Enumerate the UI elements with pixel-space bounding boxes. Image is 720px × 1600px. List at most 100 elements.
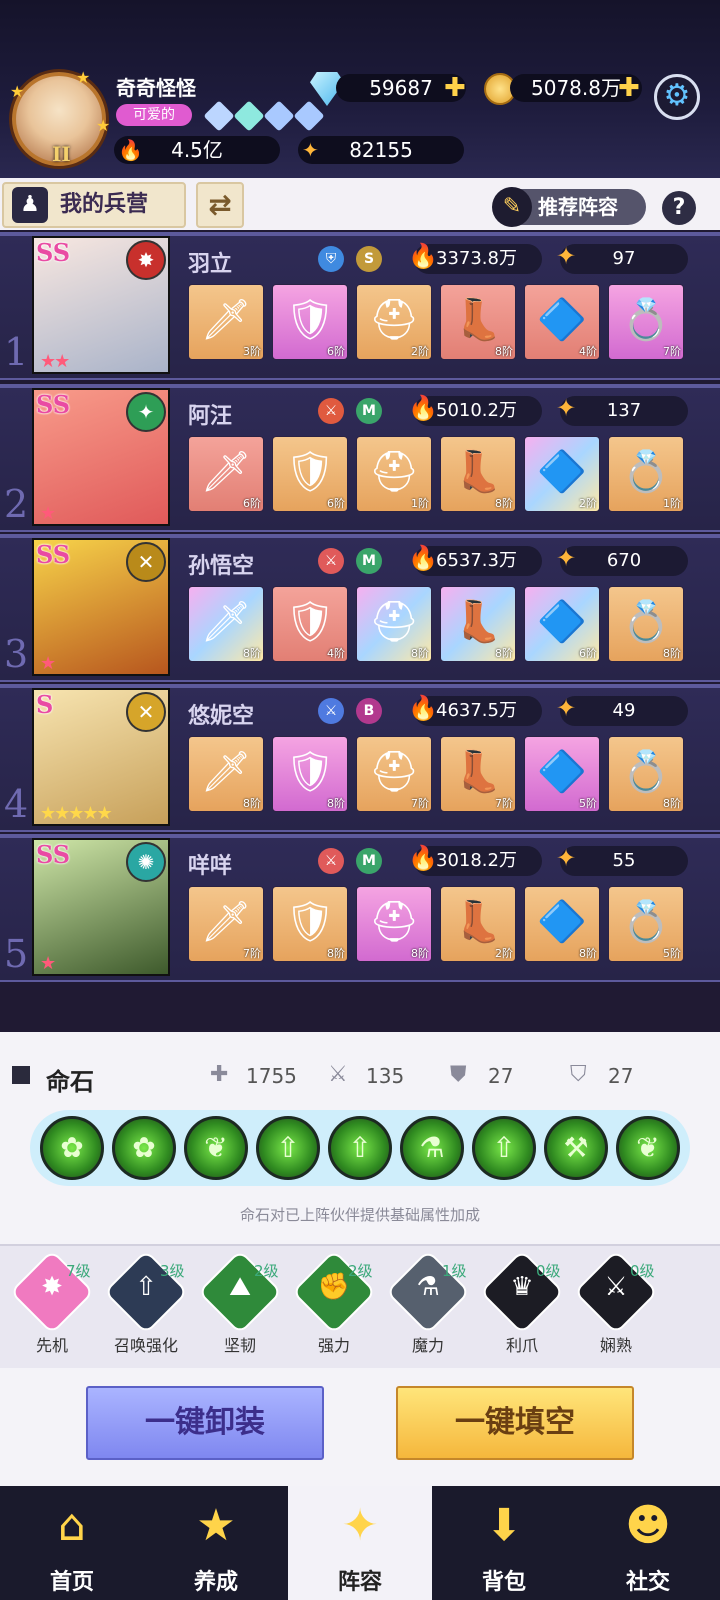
grade-badge: B <box>356 698 382 724</box>
equipment-slot[interactable]: 🔷 5阶 <box>524 736 600 812</box>
help-button[interactable]: ? <box>662 191 696 225</box>
equipment-slot[interactable]: 🔷 4阶 <box>524 284 600 360</box>
fate-slot[interactable]: ✿ <box>40 1116 104 1180</box>
recommend-label: 推荐阵容 <box>538 195 618 219</box>
fate-slot[interactable]: ✿ <box>112 1116 176 1180</box>
hero-row[interactable]: 5 SS ✺ ★ 咩咩 ⚔ M 3018.2万 🔥 55 ✦ 🗡 7阶 🛡 8阶… <box>0 834 720 982</box>
skill-name: 强力 <box>317 1336 350 1355</box>
element-icon: ✦ <box>126 392 166 432</box>
equipment-slot[interactable]: 🛡 4阶 <box>272 586 348 662</box>
equipment-slot[interactable]: 🔷 8阶 <box>524 886 600 962</box>
fate-slot[interactable]: ⚗ <box>400 1116 464 1180</box>
equipment-slot[interactable]: 👢 8阶 <box>440 586 516 662</box>
equipment-tier: 8阶 <box>495 497 513 510</box>
fire-icon: 🔥 <box>118 138 143 162</box>
equipment-slot[interactable]: 🛡 6阶 <box>272 284 348 360</box>
magic-defense-icon: ⛉ <box>570 1062 587 1087</box>
fate-slot[interactable]: ❦ <box>184 1116 248 1180</box>
nav-home[interactable]: ⌂ 首页 <box>0 1486 144 1600</box>
equipment-slot[interactable]: ⛑ 1阶 <box>356 436 432 512</box>
hero-row[interactable]: 3 SS ✕ ★ 孙悟空 ⚔ M 6537.3万 🔥 670 ✦ 🗡 8阶 🛡 … <box>0 534 720 682</box>
fate-stone-title: 命石 <box>46 1068 94 1096</box>
auto-fill-button[interactable]: 一键填空 <box>396 1386 634 1460</box>
skill-name: 先机 <box>35 1336 68 1355</box>
equipment-slot[interactable]: 🛡 8阶 <box>272 736 348 812</box>
equipment-slot[interactable]: 🛡 8阶 <box>272 886 348 962</box>
equipment-slot[interactable]: 👢 2阶 <box>440 886 516 962</box>
skill-level: 7级 <box>66 1262 91 1280</box>
skill-level: 2级 <box>254 1262 279 1280</box>
unequip-all-button[interactable]: 一键卸装 <box>86 1386 324 1460</box>
equipment-slot[interactable]: 🗡 7阶 <box>188 886 264 962</box>
equipment-tier: 6阶 <box>243 497 261 510</box>
skill-name: 召唤强化 <box>113 1336 178 1355</box>
star-icon: ✦ <box>302 138 319 162</box>
hero-portrait[interactable]: SS ✸ ★★ <box>32 236 170 374</box>
equipment-slot[interactable]: 🗡 8阶 <box>188 736 264 812</box>
add-gold-button[interactable]: ✚ <box>618 74 640 102</box>
fate-hp: 1755 <box>246 1064 297 1088</box>
fate-mdef: 27 <box>608 1064 634 1088</box>
equipment-slot[interactable]: 🛡 6阶 <box>272 436 348 512</box>
hero-power-value: 4637.5万 <box>436 700 517 721</box>
fire-icon: 🔥 <box>408 544 438 572</box>
fate-atk: 135 <box>366 1064 405 1088</box>
equipment-slot[interactable]: 🔷 6阶 <box>524 586 600 662</box>
fire-icon: 🔥 <box>408 394 438 422</box>
equipment-tier: 3阶 <box>243 345 261 358</box>
equipment-slot[interactable]: ⛑ 7阶 <box>356 736 432 812</box>
hero-rank-badge: S <box>36 690 54 719</box>
equipment-slot[interactable]: 🗡 6阶 <box>188 436 264 512</box>
hero-portrait[interactable]: SS ✦ ★ <box>32 388 170 526</box>
equipment-tier: 7阶 <box>411 797 429 810</box>
lineup-icon: ✦ <box>341 1500 379 1551</box>
hero-portrait[interactable]: SS ✺ ★ <box>32 838 170 976</box>
equipment-slot[interactable]: ⛑ 2阶 <box>356 284 432 360</box>
equipment-tier: 8阶 <box>495 647 513 660</box>
hero-portrait[interactable]: SS ✕ ★ <box>32 538 170 676</box>
hero-portrait[interactable]: S ✕ ★★★★★ <box>32 688 170 826</box>
hero-row[interactable]: 4 S ✕ ★★★★★ 悠妮空 ⚔ B 4637.5万 🔥 49 ✦ 🗡 8阶 … <box>0 684 720 832</box>
equipment-slot[interactable]: 🗡 3阶 <box>188 284 264 360</box>
hp-icon: ✚ <box>210 1062 229 1087</box>
fate-slot[interactable]: ⚒ <box>544 1116 608 1180</box>
equipment-slot[interactable]: 🔷 2阶 <box>524 436 600 512</box>
equipment-slot[interactable]: 💍 1阶 <box>608 436 684 512</box>
fate-slot[interactable]: ⇧ <box>328 1116 392 1180</box>
nav-lineup[interactable]: ✦ 阵容 <box>288 1486 432 1600</box>
equipment-slot[interactable]: ⛑ 8阶 <box>356 586 432 662</box>
equipment-slot[interactable]: 💍 7阶 <box>608 284 684 360</box>
barracks-icon: ♟ <box>12 187 48 223</box>
hero-level: 670 <box>560 546 688 576</box>
fate-slot[interactable]: ⇧ <box>472 1116 536 1180</box>
fate-slot[interactable]: ❦ <box>616 1116 680 1180</box>
nav-bag[interactable]: ⬇ 背包 <box>432 1486 576 1600</box>
equipment-tier: 8阶 <box>579 947 597 960</box>
equipment-slot[interactable]: 💍 8阶 <box>608 736 684 812</box>
equipment-slot[interactable]: 🗡 8阶 <box>188 586 264 662</box>
equipment-slot[interactable]: ⛑ 8阶 <box>356 886 432 962</box>
gear-icon: ⚙ <box>663 78 691 113</box>
equipment-slot[interactable]: 👢 8阶 <box>440 284 516 360</box>
avatar-star-icon: ★ <box>10 82 25 101</box>
fate-slot[interactable]: ⇧ <box>256 1116 320 1180</box>
equipment-slot[interactable]: 💍 8阶 <box>608 586 684 662</box>
star-value: 82155 <box>349 138 413 162</box>
hero-name: 羽立 <box>188 251 233 277</box>
settings-button[interactable]: ⚙ <box>654 74 700 120</box>
nav-star[interactable]: ★ 养成 <box>144 1486 288 1600</box>
player-avatar[interactable]: ★ ★ ★ II <box>10 68 110 166</box>
equipment-tier: 8阶 <box>243 647 261 660</box>
hero-rank-badge: SS <box>36 390 71 419</box>
swap-button[interactable]: ⇄ <box>196 182 244 228</box>
nav-social[interactable]: ☻ 社交 <box>576 1486 720 1600</box>
equipment-slot[interactable]: 👢 7阶 <box>440 736 516 812</box>
equipment-slot[interactable]: 👢 8阶 <box>440 436 516 512</box>
equipment-slot[interactable]: 💍 5阶 <box>608 886 684 962</box>
swap-icon: ⇄ <box>208 188 232 221</box>
equipment-tier: 8阶 <box>411 647 429 660</box>
hero-row[interactable]: 1 SS ✸ ★★ 羽立 ⛨ S 3373.8万 🔥 97 ✦ 🗡 3阶 🛡 6… <box>0 232 720 380</box>
fire-icon: 🔥 <box>408 844 438 872</box>
add-diamond-button[interactable]: ✚ <box>444 74 466 102</box>
hero-row[interactable]: 2 SS ✦ ★ 阿汪 ⚔ M 5010.2万 🔥 137 ✦ 🗡 6阶 🛡 6… <box>0 384 720 532</box>
